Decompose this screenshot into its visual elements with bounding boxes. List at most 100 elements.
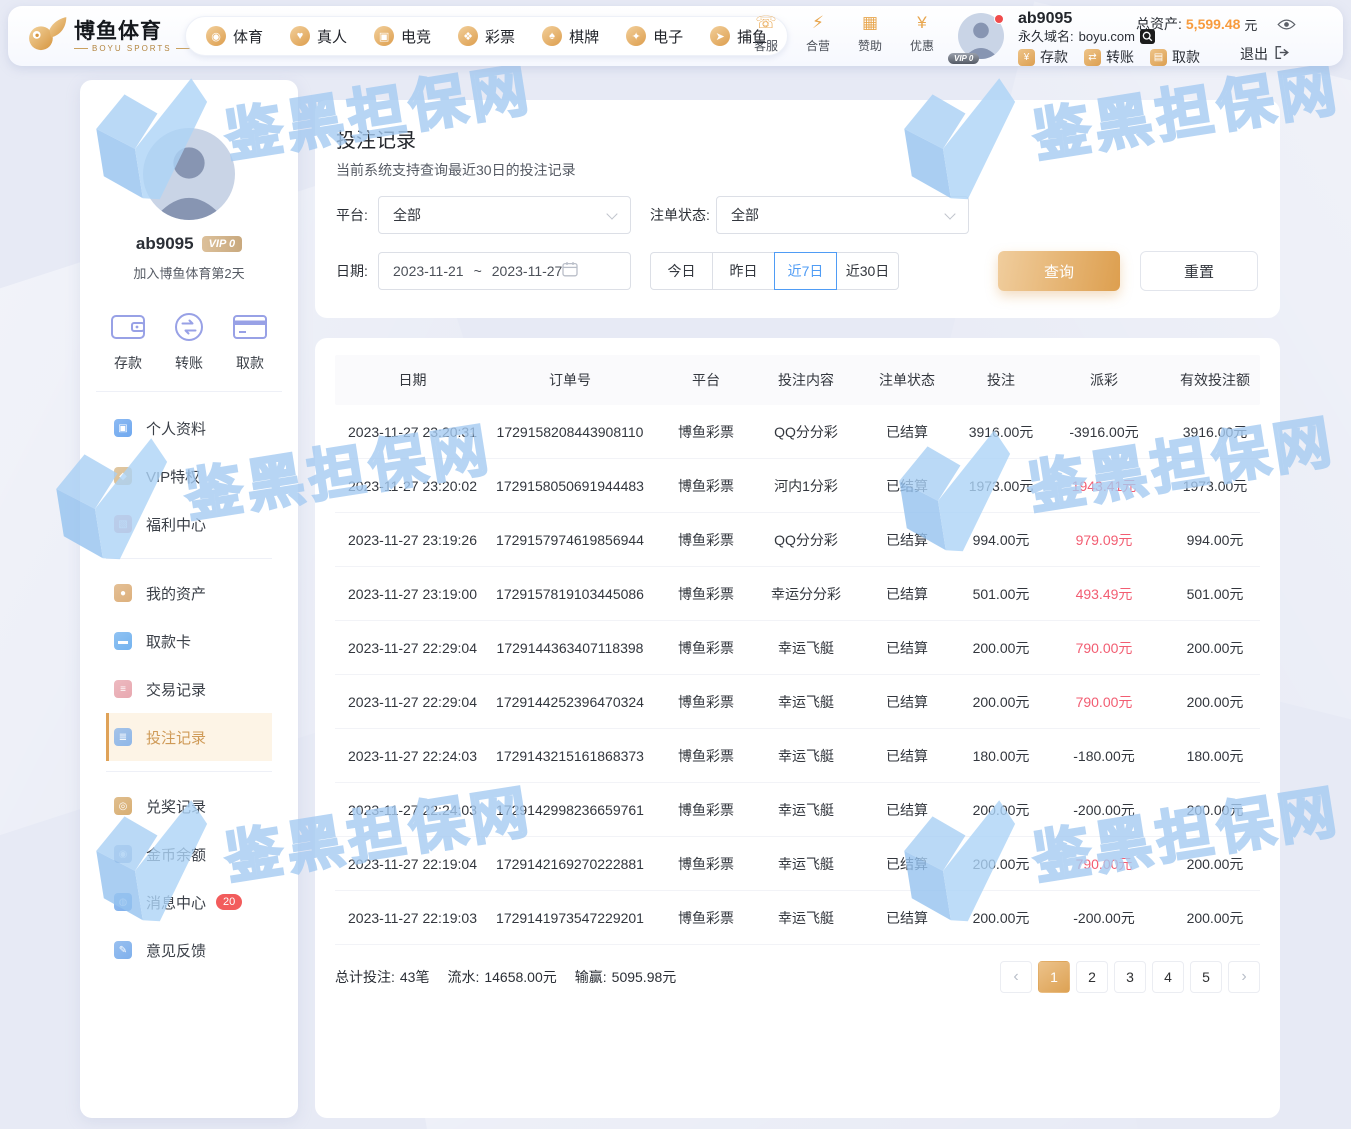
divider <box>106 771 272 772</box>
brand-subtitle: BOYU SPORTS <box>74 44 190 53</box>
sidebar-quick-1[interactable]: 转账 <box>171 304 207 373</box>
logout-button[interactable]: 退出 <box>1240 44 1290 64</box>
bet-records-icon: ≣ <box>114 728 132 746</box>
cell-valid: 200.00元 <box>1170 908 1260 928</box>
quick-link-label: 合营 <box>806 37 830 54</box>
nav-item-5[interactable]: ✦电子 <box>626 26 683 47</box>
cell-bet: 200.00元 <box>964 854 1038 874</box>
reset-button[interactable]: 重置 <box>1140 251 1258 291</box>
sidebar-item-12[interactable]: ✎意见反馈 <box>106 926 272 974</box>
cell-content: 幸运飞艇 <box>762 692 850 712</box>
cell-payout: 790.00元 <box>1038 854 1170 874</box>
sidebar-quick-2[interactable]: 取款 <box>232 304 268 373</box>
cell-date: 2023-11-27 22:29:04 <box>335 694 490 710</box>
status-select[interactable]: 全部 <box>716 196 969 234</box>
header-action-1[interactable]: ⇄转账 <box>1084 47 1134 67</box>
sidebar-item-2[interactable]: ▧ 福利中心 <box>106 500 272 548</box>
date-separator: ~ <box>474 263 482 279</box>
column-header: 注单状态 <box>850 370 964 390</box>
cell-bet: 200.00元 <box>964 908 1038 928</box>
pagination-next-button[interactable]: › <box>1228 961 1260 993</box>
calendar-icon <box>562 261 578 282</box>
cell-valid: 180.00元 <box>1170 746 1260 766</box>
sidebar-item-5[interactable]: ▬取款卡 <box>106 617 272 665</box>
table-row: 2023-11-27 22:29:041729144363407118398博鱼… <box>335 621 1260 675</box>
cell-content: 河内1分彩 <box>762 476 850 496</box>
pagination-page-2[interactable]: 2 <box>1076 961 1108 993</box>
assets-label: 总资产: <box>1136 14 1182 34</box>
quick-link-1[interactable]: ⚡合营 <box>802 13 834 54</box>
cell-valid: 200.00元 <box>1170 800 1260 820</box>
range-button-0[interactable]: 今日 <box>650 252 713 290</box>
date-quick-range-group: 今日昨日近7日近30日 <box>650 252 899 290</box>
sidebar-item-10[interactable]: ◉金币余额 <box>106 830 272 878</box>
notification-dot <box>994 14 1004 24</box>
pagination-page-4[interactable]: 4 <box>1152 961 1184 993</box>
sidebar-quick-0[interactable]: 存款 <box>110 304 146 373</box>
platform-select-value: 全部 <box>393 205 421 225</box>
quick-link-2[interactable]: ▦赞助 <box>854 13 886 54</box>
sidebar-item-label: VIP特权 <box>146 466 200 487</box>
pagination-page-5[interactable]: 5 <box>1190 961 1222 993</box>
cell-platform: 博鱼彩票 <box>650 638 762 658</box>
header-action-2[interactable]: ▤取款 <box>1150 47 1200 67</box>
page-subtitle: 当前系统支持查询最近30日的投注记录 <box>336 160 576 180</box>
cell-platform: 博鱼彩票 <box>650 692 762 712</box>
cell-bet: 501.00元 <box>964 584 1038 604</box>
table-row: 2023-11-27 23:20:021729158050691944483博鱼… <box>335 459 1260 513</box>
nav-item-label: 彩票 <box>485 26 515 47</box>
eye-icon[interactable] <box>1269 18 1296 31</box>
table-row: 2023-11-27 22:24:031729143215161868373博鱼… <box>335 729 1260 783</box>
nav-item-1[interactable]: ♥真人 <box>290 26 347 47</box>
sidebar-item-0[interactable]: ▣个人资料 <box>106 404 272 452</box>
cell-payout: 493.49元 <box>1038 584 1170 604</box>
query-button[interactable]: 查询 <box>998 251 1120 291</box>
sidebar-item-7[interactable]: ≣投注记录 <box>106 713 272 761</box>
nav-item-2[interactable]: ▣电竞 <box>374 26 431 47</box>
date-end: 2023-11-27 <box>492 263 563 279</box>
pagination-page-3[interactable]: 3 <box>1114 961 1146 993</box>
range-button-3[interactable]: 近30日 <box>836 252 899 290</box>
quick-link-label: 客服 <box>754 37 778 54</box>
pagination-page-1[interactable]: 1 <box>1038 961 1070 993</box>
date-range-input[interactable]: 2023-11-21 ~ 2023-11-27 <box>378 252 631 290</box>
nav-item-0[interactable]: ◉体育 <box>206 26 263 47</box>
sidebar-item-11[interactable]: ◍消息中心20 <box>106 878 272 926</box>
header-action-0[interactable]: ¥存款 <box>1018 47 1068 67</box>
welfare-icon: ▧ <box>114 515 132 533</box>
summary-count-value: 43笔 <box>400 967 430 987</box>
brand-logo[interactable]: 博鱼体育 BOYU SPORTS <box>24 14 190 59</box>
cell-content: 幸运飞艇 <box>762 746 850 766</box>
cell-content: QQ分分彩 <box>762 422 850 442</box>
column-header: 投注内容 <box>762 370 850 390</box>
divider <box>96 391 282 392</box>
nav-item-4[interactable]: ♠棋牌 <box>542 26 599 47</box>
quick-link-3[interactable]: ¥优惠 <box>906 13 938 54</box>
sidebar-item-6[interactable]: ≡交易记录 <box>106 665 272 713</box>
pagination-prev-button[interactable]: ‹ <box>1000 961 1032 993</box>
cell-status: 已结算 <box>850 800 964 820</box>
range-button-2[interactable]: 近7日 <box>774 252 837 290</box>
sidebar-item-1[interactable]: ◆VIP特权 <box>106 452 272 500</box>
sidebar-avatar[interactable] <box>143 128 235 220</box>
cell-date: 2023-11-27 23:19:00 <box>335 586 490 602</box>
header-avatar[interactable]: VIP 0 <box>958 13 1004 59</box>
sponsor-icon: ▦ <box>862 13 878 35</box>
domain-label: 永久域名: <box>1018 28 1074 45</box>
transactions-icon: ≡ <box>114 680 132 698</box>
range-button-1[interactable]: 昨日 <box>712 252 775 290</box>
summary-winloss-value: 5095.98元 <box>612 967 677 987</box>
sidebar-item-label: 福利中心 <box>146 514 206 535</box>
nav-item-3[interactable]: ❖ 彩票 <box>458 26 515 47</box>
table-body: 2023-11-27 23:20:311729158208443908110博鱼… <box>335 405 1260 945</box>
cell-order: 1729158050691944483 <box>490 478 650 494</box>
platform-select[interactable]: 全部 <box>378 196 631 234</box>
sidebar-item-9[interactable]: ◎兑奖记录 <box>106 782 272 830</box>
cell-payout: -3916.00元 <box>1038 422 1170 442</box>
quick-link-0[interactable]: ☏客服 <box>750 13 782 54</box>
nav-item-label: 电竞 <box>401 26 431 47</box>
fish-logo-icon <box>24 14 68 59</box>
sidebar-item-4[interactable]: ●我的资产 <box>106 569 272 617</box>
lottery-icon: ❖ <box>458 26 478 46</box>
coin-balance-icon: ◉ <box>114 845 132 863</box>
